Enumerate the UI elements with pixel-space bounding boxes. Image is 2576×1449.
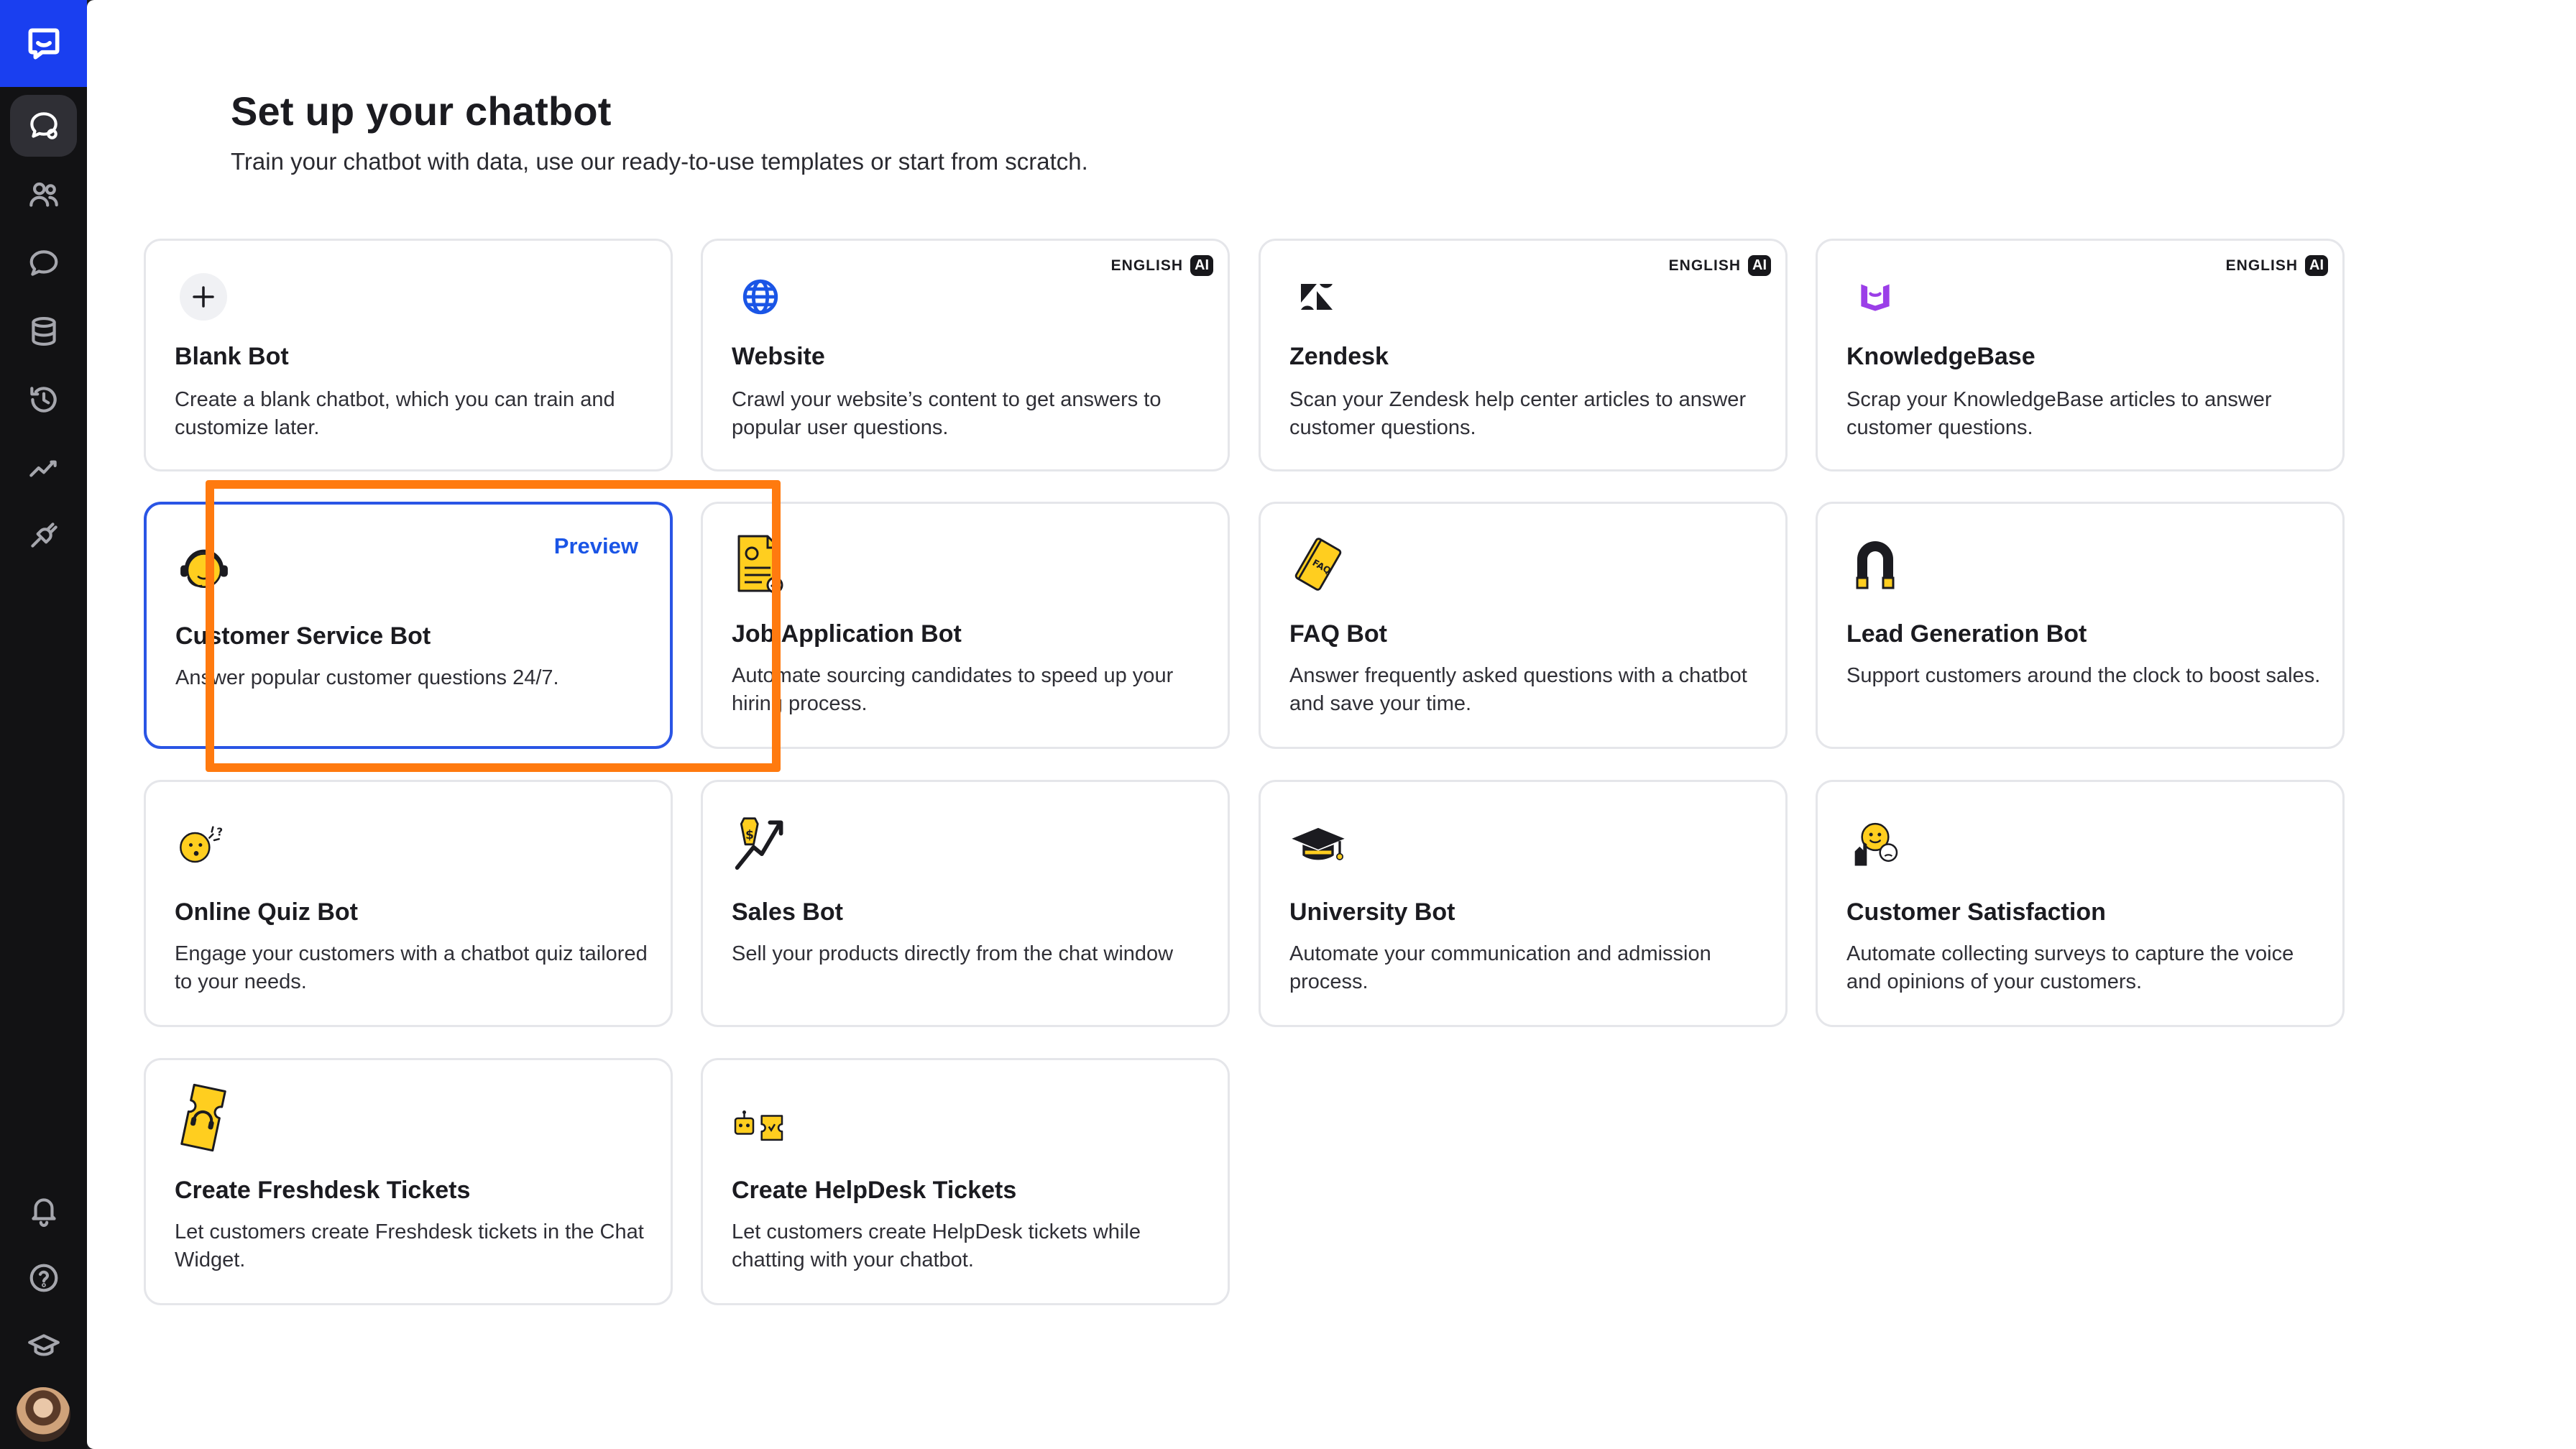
knowledgebase-logo-icon	[1846, 268, 1904, 326]
card-description: Let customers create HelpDesk tickets wh…	[732, 1220, 1141, 1271]
card-title: KnowledgeBase	[1846, 343, 2036, 370]
card-description: Scan your Zendesk help center articles t…	[1289, 388, 1747, 439]
card-online-quiz-bot[interactable]: ? Online Quiz Bot Engage your customers …	[144, 780, 673, 1027]
badge-language: ENGLISH	[2225, 257, 2298, 274]
satisfaction-smileys-icon	[1846, 814, 1904, 871]
card-description: Crawl your website’s content to get answ…	[732, 388, 1162, 439]
history-icon	[29, 387, 57, 413]
card-knowledgebase[interactable]: ENGLISH AI KnowledgeBase Scrap your Know…	[1816, 239, 2345, 472]
badge-language: ENGLISH	[1110, 257, 1183, 274]
card-title: Create Freshdesk Tickets	[175, 1177, 471, 1204]
card-description: Create a blank chatbot, which you can tr…	[175, 388, 615, 439]
chart-line-icon	[29, 460, 57, 477]
svg-text:?: ?	[216, 825, 223, 838]
magnet-icon	[1846, 535, 1904, 593]
app: Set up your chatbot Train your chatbot w…	[0, 0, 2576, 1449]
money-growth-icon: $	[732, 814, 789, 871]
card-title: Customer Satisfaction	[1846, 898, 2106, 926]
card-title: Website	[732, 343, 825, 370]
card-description: Scrap your KnowledgeBase articles to ans…	[1846, 388, 2272, 439]
user-avatar[interactable]	[16, 1387, 70, 1442]
card-blank-bot[interactable]: Blank Bot Create a blank chatbot, which …	[144, 239, 673, 472]
card-faq-bot[interactable]: FAQ FAQ Bot Answer frequently asked ques…	[1259, 502, 1788, 749]
headset-smiley-icon	[175, 539, 233, 597]
sidebar-item-chatbots[interactable]	[10, 95, 77, 157]
card-customer-satisfaction[interactable]: Customer Satisfaction Automate collectin…	[1816, 780, 2345, 1027]
card-title: University Bot	[1289, 898, 1455, 926]
card-description: Automate collecting surveys to capture t…	[1846, 942, 2294, 993]
sidebar-item-audience[interactable]	[10, 164, 77, 226]
robot-ticket-icon	[732, 1096, 789, 1154]
card-title: Blank Bot	[175, 343, 289, 370]
card-customer-service-bot[interactable]: Preview Customer Service Bot Answer popu…	[144, 502, 673, 749]
sidebar-item-chats[interactable]	[10, 232, 77, 294]
card-description: Sell your products directly from the cha…	[732, 942, 1174, 965]
badge-ai: AI	[1190, 255, 1213, 276]
card-description: Answer popular customer questions 24/7.	[175, 666, 559, 689]
chat-bubble-icon	[29, 250, 58, 276]
card-description: Automate your communication and admissio…	[1289, 942, 1711, 993]
globe-icon	[732, 268, 789, 326]
card-website[interactable]: ENGLISH AI Website Crawl your website’s …	[701, 239, 1230, 472]
graduation-cap-icon	[1289, 816, 1347, 874]
card-description: Answer frequently asked questions with a…	[1289, 664, 1747, 715]
sidebar-item-academy[interactable]	[10, 1315, 77, 1377]
language-ai-badge: ENGLISH AI	[1111, 255, 1213, 276]
card-zendesk[interactable]: ENGLISH AI Zendesk Scan your Zendesk hel…	[1259, 239, 1788, 472]
card-title: Zendesk	[1289, 343, 1389, 370]
card-description: Engage your customers with a chatbot qui…	[175, 942, 648, 993]
card-title: Online Quiz Bot	[175, 898, 358, 926]
sidebar-item-help[interactable]	[10, 1247, 77, 1309]
plug-icon	[30, 523, 58, 548]
sidebar	[0, 0, 87, 1449]
page-title: Set up your chatbot	[231, 88, 612, 134]
card-title: Customer Service Bot	[175, 622, 431, 650]
card-university-bot[interactable]: University Bot Automate your communicati…	[1259, 780, 1788, 1027]
card-title: Lead Generation Bot	[1846, 620, 2087, 648]
badge-ai: AI	[1748, 255, 1771, 276]
card-title: Job Application Bot	[732, 620, 962, 648]
card-title: Create HelpDesk Tickets	[732, 1177, 1017, 1204]
resume-document-icon	[732, 535, 789, 594]
badge-language: ENGLISH	[1668, 257, 1741, 274]
sidebar-item-reports[interactable]	[10, 437, 77, 499]
card-lead-generation-bot[interactable]: Lead Generation Bot Support customers ar…	[1816, 502, 2345, 749]
language-ai-badge: ENGLISH AI	[2226, 255, 2328, 276]
zendesk-logo-icon	[1289, 268, 1347, 326]
help-circle-icon	[29, 1264, 58, 1292]
svg-text:$: $	[745, 828, 754, 842]
plus-icon	[175, 268, 232, 326]
card-job-application-bot[interactable]: Job Application Bot Automate sourcing ca…	[701, 502, 1230, 749]
sidebar-item-history[interactable]	[10, 369, 77, 431]
card-create-helpdesk-tickets[interactable]: Create HelpDesk Tickets Let customers cr…	[701, 1058, 1230, 1305]
card-description: Support customers around the clock to bo…	[1846, 664, 2321, 687]
chat-bot-icon	[29, 112, 58, 139]
preview-link[interactable]: Preview	[554, 533, 638, 559]
graduation-cap-icon	[27, 1334, 60, 1356]
sidebar-item-integrations[interactable]	[10, 505, 77, 567]
quiz-smiley-icon: ?	[175, 815, 232, 873]
card-title: FAQ Bot	[1289, 620, 1387, 648]
badge-ai: AI	[2305, 255, 2328, 276]
sidebar-item-notifications[interactable]	[10, 1179, 77, 1241]
card-description: Automate sourcing candidates to speed up…	[732, 664, 1174, 715]
faq-book-icon: FAQ	[1289, 535, 1347, 593]
language-ai-badge: ENGLISH AI	[1669, 255, 1771, 276]
card-create-freshdesk-tickets[interactable]: Create Freshdesk Tickets Let customers c…	[144, 1058, 673, 1305]
bell-icon	[31, 1198, 56, 1227]
chatbot-logo-icon[interactable]	[0, 0, 87, 87]
database-icon	[31, 317, 56, 346]
users-icon	[29, 182, 58, 207]
page-subtitle: Train your chatbot with data, use our re…	[231, 148, 1088, 175]
sidebar-item-data[interactable]	[10, 300, 77, 362]
card-title: Sales Bot	[732, 898, 843, 926]
card-description: Let customers create Freshdesk tickets i…	[175, 1220, 644, 1271]
ticket-headset-icon	[175, 1083, 232, 1152]
card-sales-bot[interactable]: $ Sales Bot Sell your products directly …	[701, 780, 1230, 1027]
